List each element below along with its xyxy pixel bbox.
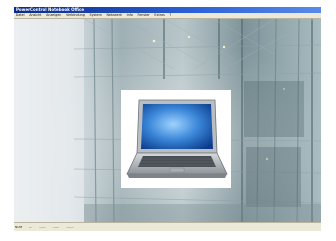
status-bar: NUM --- ------ ------ ------- [14, 222, 321, 231]
menu-info[interactable]: Info [125, 13, 135, 18]
menu-help[interactable]: ? [168, 13, 173, 18]
product-image-card [121, 90, 231, 188]
status-segment: ------ [52, 225, 60, 229]
menu-ansicht[interactable]: Ansicht [27, 13, 43, 18]
laptop-icon [126, 99, 228, 178]
app-window: PowerControl Notebook Office Datei Ansic… [14, 7, 321, 231]
menu-system[interactable]: System [88, 13, 104, 18]
status-segment: ------ [39, 225, 46, 229]
menu-fenster[interactable]: Fenster [136, 13, 152, 18]
status-num: NUM [15, 225, 23, 229]
status-segment: --- [29, 225, 33, 229]
menu-anzeigen[interactable]: Anzeigen [44, 13, 63, 18]
background-image [14, 19, 321, 222]
status-segment: ------- [66, 225, 74, 229]
window-title: PowerControl Notebook Office [16, 7, 85, 12]
menu-extras[interactable]: Extras [153, 13, 167, 18]
menu-verbindung[interactable]: Verbindung [64, 13, 86, 18]
menu-datei[interactable]: Datei [14, 13, 26, 18]
menu-netzwerk[interactable]: Netzwerk [105, 13, 124, 18]
